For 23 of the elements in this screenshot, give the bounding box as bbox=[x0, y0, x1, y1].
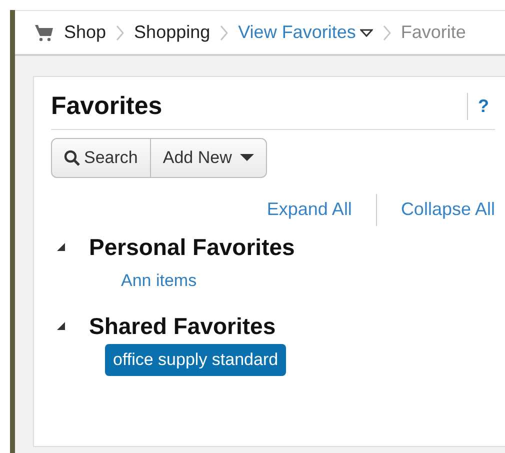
expand-all-link[interactable]: Expand All bbox=[266, 196, 352, 223]
breadcrumb-current: Favorite bbox=[400, 21, 466, 44]
caret-icon[interactable] bbox=[360, 28, 373, 36]
breadcrumb-link[interactable]: View Favorites bbox=[238, 19, 373, 46]
cart-icon bbox=[35, 24, 54, 42]
favorite-list-item[interactable]: office supply standard bbox=[105, 344, 286, 376]
help-link[interactable]: ? bbox=[467, 92, 489, 120]
breadcrumb-link[interactable]: Shop bbox=[64, 19, 106, 46]
add-new-button[interactable]: Add New bbox=[150, 138, 267, 178]
search-icon bbox=[64, 150, 80, 166]
expand-toggle-icon[interactable] bbox=[57, 322, 65, 330]
chevron-icon bbox=[382, 24, 391, 40]
expand-toggle-icon[interactable] bbox=[57, 243, 65, 252]
group-title: Personal Favorites bbox=[89, 234, 295, 262]
search-button[interactable]: Search bbox=[51, 138, 151, 178]
chevron-icon bbox=[220, 24, 228, 40]
panel-title: Favorites bbox=[51, 91, 162, 121]
favorite-list-item[interactable]: Ann items bbox=[113, 265, 205, 297]
collapse-all-link[interactable]: Collapse All bbox=[400, 196, 495, 223]
group-title: Shared Favorites bbox=[89, 312, 276, 340]
chevron-icon bbox=[116, 24, 124, 40]
caret-icon bbox=[240, 154, 254, 162]
breadcrumb-link[interactable]: Shopping bbox=[134, 19, 210, 46]
